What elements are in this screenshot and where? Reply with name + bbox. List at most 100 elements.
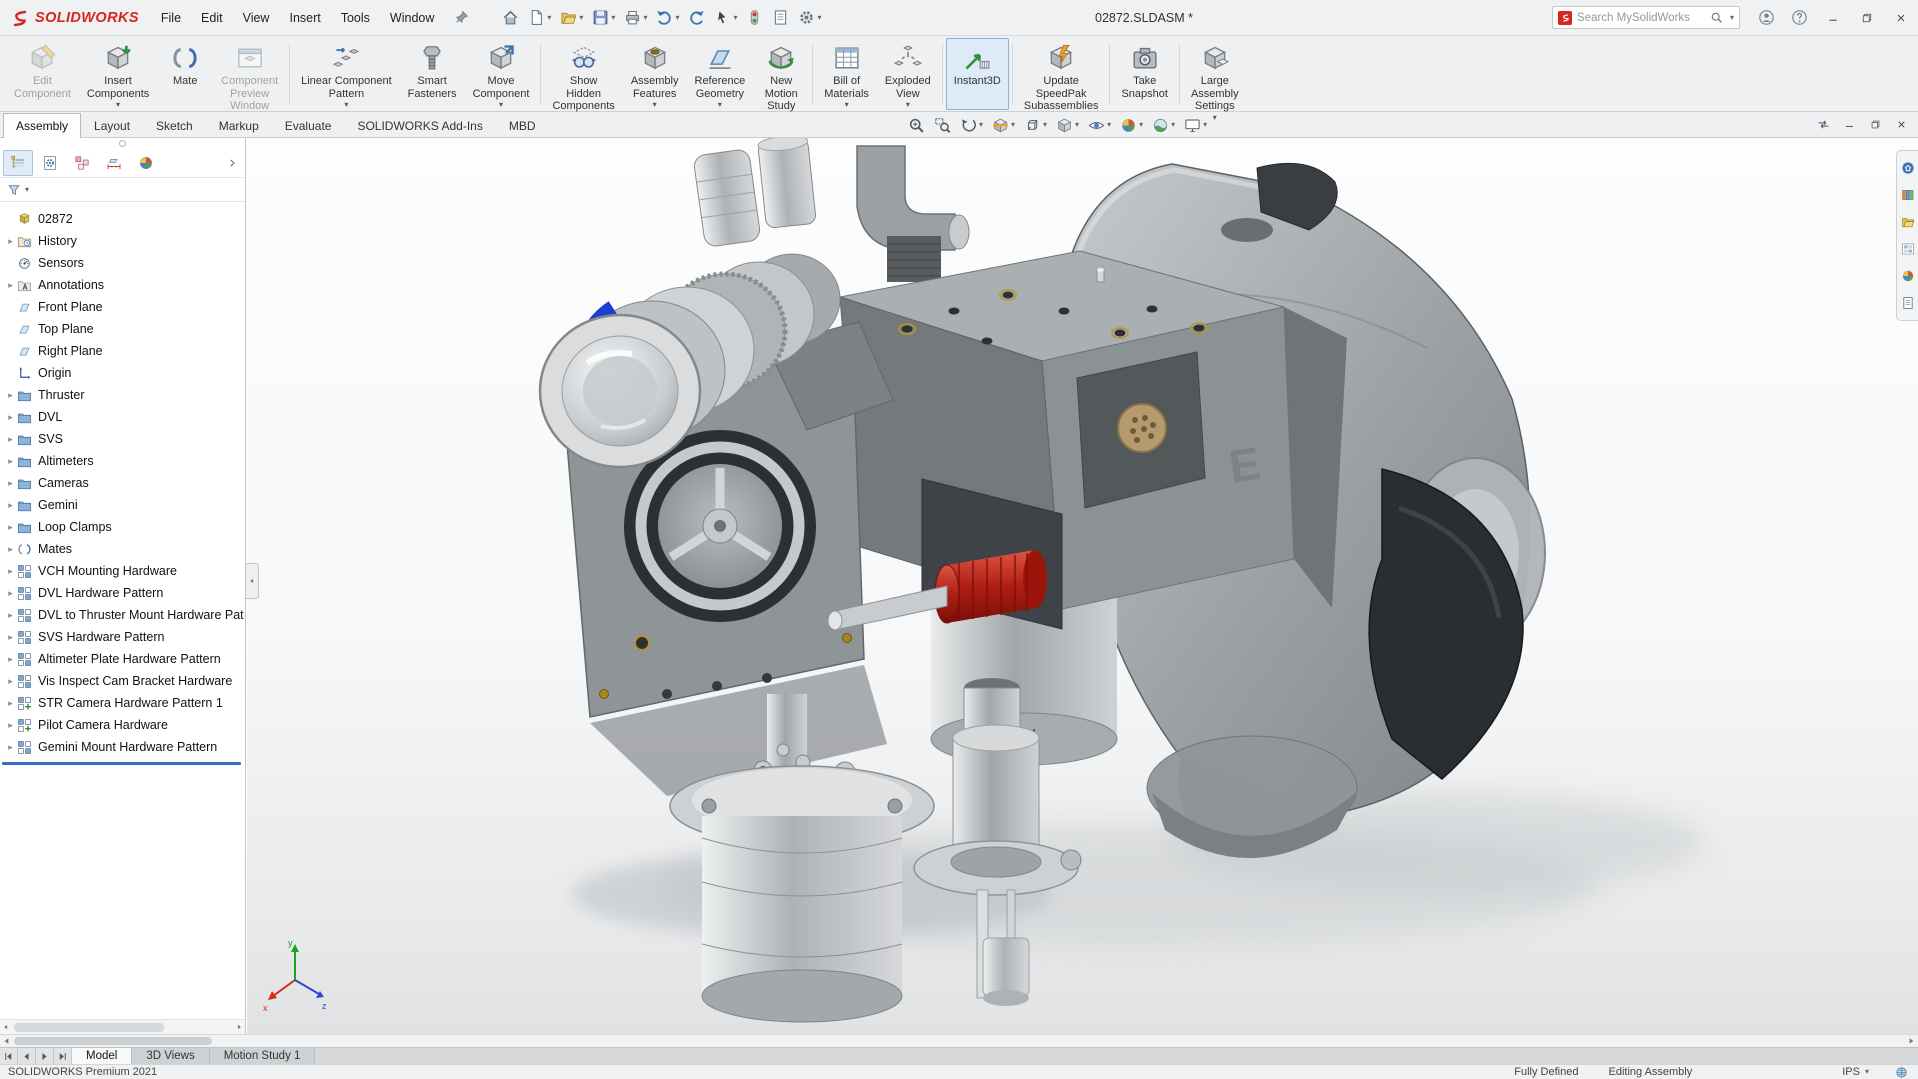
- configurationmanager-tab[interactable]: [67, 150, 97, 176]
- expand-arrow-icon[interactable]: ▸: [4, 698, 17, 709]
- featuremanager-design-tree-tab[interactable]: [3, 150, 33, 176]
- graphics-viewport[interactable]: D-XXXX: [247, 138, 1918, 1034]
- solidworks-resources-tab[interactable]: [1900, 160, 1916, 176]
- panel-scroll-left-icon[interactable]: [2, 1023, 10, 1031]
- appearances-scenes-tab[interactable]: [1900, 268, 1916, 284]
- home-button[interactable]: [499, 5, 522, 30]
- doc-tab-3d-views[interactable]: 3D Views: [132, 1048, 209, 1064]
- tree-item-sensors[interactable]: Sensors: [0, 252, 244, 274]
- expand-arrow-icon[interactable]: ▸: [4, 632, 17, 643]
- tree-item-dvl[interactable]: ▸DVL: [0, 406, 244, 428]
- tree-item-altimeters[interactable]: ▸Altimeters: [0, 450, 244, 472]
- tree-item-gemini-mount-hardware-pattern[interactable]: ▸Gemini Mount Hardware Pattern: [0, 736, 244, 758]
- tree-item-origin[interactable]: Origin: [0, 362, 244, 384]
- tab-assembly[interactable]: Assembly: [3, 113, 81, 138]
- expand-arrow-icon[interactable]: ▸: [4, 500, 17, 511]
- view-orientation-button[interactable]: ▾: [1021, 114, 1050, 137]
- edit-appearance-button[interactable]: ▾: [1117, 114, 1146, 137]
- search-icon[interactable]: [1710, 11, 1723, 24]
- doc-tab-motion-study-1[interactable]: Motion Study 1: [210, 1048, 316, 1064]
- dropdown-caret-icon[interactable]: ▾: [718, 101, 722, 109]
- previous-sheet-button[interactable]: [18, 1048, 36, 1064]
- tree-item-str-camera-hardware-pattern-1[interactable]: ▸STR Camera Hardware Pattern 1: [0, 692, 244, 714]
- dropdown-caret-icon[interactable]: ▾: [845, 101, 849, 109]
- tree-item-02872[interactable]: 02872: [0, 208, 244, 230]
- tree-item-svs[interactable]: ▸SVS: [0, 428, 244, 450]
- restore-button[interactable]: [1850, 0, 1884, 36]
- rebuild-button[interactable]: [743, 5, 766, 30]
- tree-item-gemini[interactable]: ▸Gemini: [0, 494, 244, 516]
- show-hidden-components-button[interactable]: Show Hidden Components: [544, 38, 622, 110]
- expand-arrow-icon[interactable]: ▸: [4, 412, 17, 423]
- menu-edit[interactable]: Edit: [191, 0, 233, 36]
- tree-item-vis-inspect-cam-bracket-hardware[interactable]: ▸Vis Inspect Cam Bracket Hardware: [0, 670, 244, 692]
- tree-item-loop-clamps[interactable]: ▸Loop Clamps: [0, 516, 244, 538]
- filter-dropdown-caret[interactable]: ▾: [25, 186, 29, 194]
- print-button[interactable]: ▾: [621, 5, 650, 30]
- apply-scene-button[interactable]: ▾: [1149, 114, 1178, 137]
- tree-item-front-plane[interactable]: Front Plane: [0, 296, 244, 318]
- display-style-button[interactable]: ▾: [1053, 114, 1082, 137]
- tree-item-thruster[interactable]: ▸Thruster: [0, 384, 244, 406]
- tab-layout[interactable]: Layout: [81, 113, 143, 138]
- select-button[interactable]: ▾: [711, 5, 740, 30]
- panel-tabs-expand-icon[interactable]: [222, 156, 242, 170]
- expand-arrow-icon[interactable]: ▸: [4, 610, 17, 621]
- panel-collapse-handle[interactable]: [246, 563, 259, 599]
- menu-window[interactable]: Window: [380, 0, 444, 36]
- dimxpertmanager-tab[interactable]: [99, 150, 129, 176]
- dropdown-caret-icon[interactable]: ▾: [1213, 114, 1217, 122]
- filter-funnel-icon[interactable]: [7, 183, 21, 197]
- propertymanager-tab[interactable]: [35, 150, 65, 176]
- new-motion-study-button[interactable]: New Motion Study: [753, 38, 809, 110]
- tree-item-svs-hardware-pattern[interactable]: ▸SVS Hardware Pattern: [0, 626, 244, 648]
- displaymanager-tab[interactable]: [131, 150, 161, 176]
- search-input[interactable]: [1577, 12, 1705, 24]
- dropdown-caret-icon[interactable]: ▾: [906, 101, 910, 109]
- mate-button[interactable]: Mate: [157, 38, 213, 110]
- dropdown-caret-icon[interactable]: ▾: [344, 101, 348, 109]
- hide-show-items-button[interactable]: ▾: [1085, 114, 1114, 137]
- tree-item-right-plane[interactable]: Right Plane: [0, 340, 244, 362]
- first-sheet-button[interactable]: [0, 1048, 18, 1064]
- tab-solidworks-add-ins[interactable]: SOLIDWORKS Add-Ins: [344, 113, 495, 138]
- pin-toolbar-icon[interactable]: [444, 10, 479, 25]
- minimize-button[interactable]: [1816, 0, 1850, 36]
- tab-markup[interactable]: Markup: [206, 113, 272, 138]
- rollback-bar[interactable]: [2, 762, 241, 765]
- tree-item-cameras[interactable]: ▸Cameras: [0, 472, 244, 494]
- expand-arrow-icon[interactable]: ▸: [4, 720, 17, 731]
- scroll-thumb[interactable]: [14, 1037, 212, 1045]
- expand-arrow-icon[interactable]: ▸: [4, 522, 17, 533]
- dropdown-caret-icon[interactable]: ▾: [499, 101, 503, 109]
- assembly-features-button[interactable]: Assembly Features▾: [623, 38, 687, 110]
- help-icon[interactable]: [1783, 0, 1816, 36]
- tree-item-dvl-hardware-pattern[interactable]: ▸DVL Hardware Pattern: [0, 582, 244, 604]
- reference-geometry-button[interactable]: Reference Geometry▾: [687, 38, 754, 110]
- file-explorer-tab[interactable]: [1900, 214, 1916, 230]
- open-document-button[interactable]: ▾: [557, 5, 586, 30]
- document-minimize-button[interactable]: [1837, 114, 1861, 135]
- expand-arrow-icon[interactable]: ▸: [4, 742, 17, 753]
- new-document-button[interactable]: ▾: [525, 5, 554, 30]
- exploded-view-button[interactable]: Exploded View▾: [877, 38, 939, 110]
- tab-sketch[interactable]: Sketch: [143, 113, 206, 138]
- last-sheet-button[interactable]: [54, 1048, 72, 1064]
- expand-arrow-icon[interactable]: ▸: [4, 456, 17, 467]
- file-properties-button[interactable]: [769, 5, 792, 30]
- tree-item-history[interactable]: ▸History: [0, 230, 244, 252]
- expand-arrow-icon[interactable]: ▸: [4, 478, 17, 489]
- search-dropdown-caret[interactable]: ▾: [1730, 14, 1734, 22]
- panel-scrollbar[interactable]: [0, 1019, 245, 1034]
- status-globe-icon[interactable]: [1895, 1066, 1908, 1079]
- tree-item-pilot-camera-hardware[interactable]: ▸Pilot Camera Hardware: [0, 714, 244, 736]
- dropdown-caret-icon[interactable]: ▾: [653, 101, 657, 109]
- close-button[interactable]: [1884, 0, 1918, 36]
- expand-arrow-icon[interactable]: ▸: [4, 566, 17, 577]
- expand-arrow-icon[interactable]: ▸: [4, 654, 17, 665]
- zoom-to-fit-button[interactable]: [905, 114, 928, 137]
- panel-scroll-right-icon[interactable]: [235, 1023, 243, 1031]
- menu-insert[interactable]: Insert: [279, 0, 330, 36]
- zoom-to-area-button[interactable]: [931, 114, 954, 137]
- document-close-button[interactable]: [1889, 114, 1913, 135]
